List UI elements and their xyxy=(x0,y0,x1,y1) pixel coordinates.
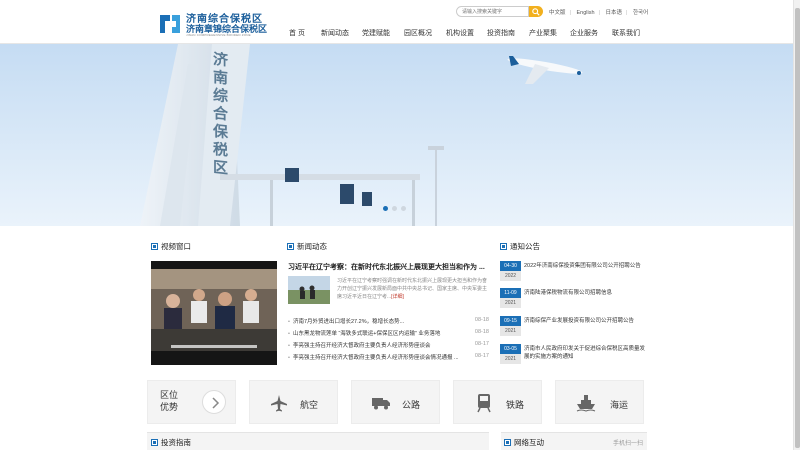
site-header: 济南综合保税区 济南章锦综合保税区 JINAN COMPREHENSIVE BO… xyxy=(0,0,800,44)
search-icon xyxy=(532,8,540,16)
news-thumbnail[interactable] xyxy=(288,276,330,304)
banner-dot-1[interactable] xyxy=(383,206,388,211)
news-item[interactable]: 济南7月外贸进出口增长27.2%，稳增长态势...08-18 xyxy=(288,317,489,329)
notice-item[interactable]: 09-15 2021 济南综保产业发展投资有限公司公开招聘公告 xyxy=(500,316,646,340)
site-logo[interactable]: 济南综合保税区 济南章锦综合保税区 JINAN COMPREHENSIVE BO… xyxy=(158,8,268,38)
notice-date: 11-09 2021 xyxy=(500,288,521,308)
ship-icon xyxy=(576,395,596,412)
service-air-button[interactable]: 航空 xyxy=(249,380,338,424)
search-button[interactable] xyxy=(529,6,543,17)
notice-date: 09-15 2021 xyxy=(500,316,521,336)
airplane-icon xyxy=(271,395,287,412)
news-item[interactable]: 李亮强主持召开经济大督政府主要负责人经济形势座谈会情况通报 ...08-17 xyxy=(288,353,489,365)
banner-pagination xyxy=(383,206,410,213)
location-advantage-button[interactable]: 区位 优势 xyxy=(147,380,236,424)
logo-english: JINAN COMPREHENSIVE BONDED ZONE xyxy=(186,33,251,37)
page-scrollbar[interactable] xyxy=(793,0,800,450)
notice-item[interactable]: 03-05 2021 济南市人民政府印发关于促进综合保税区高质量发展的实施方案的通… xyxy=(500,344,646,368)
news-list: 济南7月外贸进出口增长27.2%，稳增长态势...08-18 山东黑龙物流莲单 … xyxy=(288,317,489,365)
notice-date: 03-05 2021 xyxy=(500,344,521,364)
lang-chinese[interactable]: 中文版 xyxy=(549,10,566,16)
train-icon xyxy=(477,394,491,413)
nav-investment[interactable]: 投资指南 xyxy=(487,28,515,38)
notice-item[interactable]: 11-09 2021 济南陆港保税物流有限公司招聘信息 xyxy=(500,288,646,312)
hero-banner[interactable]: 济南综合保税区 xyxy=(0,44,800,226)
lang-japanese[interactable]: 日本语 xyxy=(606,10,623,16)
square-bullet-icon xyxy=(287,243,294,250)
mobile-scan-label: 手机扫一扫 xyxy=(612,441,643,447)
invest-guide-panel: 投资指南 xyxy=(147,432,489,450)
notice-panel-title: 通知公告 xyxy=(500,241,540,252)
logo-mark-icon xyxy=(160,15,180,33)
nav-contact[interactable]: 联系我们 xyxy=(612,28,640,38)
chevron-right-icon xyxy=(202,390,226,414)
nav-news[interactable]: 新闻动态 xyxy=(321,28,349,38)
news-headline[interactable]: 习近平在辽宁考察：在新时代东北振兴上展现更大担当和作为 ... xyxy=(288,262,488,272)
video-player[interactable] xyxy=(151,261,277,365)
news-summary: 习近平在辽宁考察时强调在新时代东北振兴上展现更大担当和作为奋力开创辽宁振兴发展新… xyxy=(337,278,488,300)
notice-date: 04-30 2022 xyxy=(500,261,521,281)
lang-english[interactable]: English xyxy=(576,10,594,16)
main-nav: 首 页 新闻动态 党建赋能 园区概况 机构设置 投资指南 产业聚集 企业服务 联… xyxy=(289,28,649,38)
banner-dot-3[interactable] xyxy=(401,206,406,211)
video-frame xyxy=(151,261,277,365)
search-input[interactable] xyxy=(456,6,529,17)
square-bullet-icon xyxy=(504,439,511,446)
nav-overview[interactable]: 园区概况 xyxy=(404,28,432,38)
language-switcher: 中文版 | English | 日本语 | 한국어 xyxy=(549,10,649,16)
news-item[interactable]: 李亮强主持召开经济大督政府主要负责人经济形势座谈会08-17 xyxy=(288,341,489,353)
lang-korean[interactable]: 한국어 xyxy=(633,10,648,16)
scrollbar-thumb[interactable] xyxy=(795,8,800,448)
online-interaction-panel: 网络互动 手机扫一扫 xyxy=(501,432,647,450)
invest-guide-title: 投资指南 xyxy=(151,437,191,448)
news-more-link[interactable]: [详细] xyxy=(391,294,404,300)
news-photo xyxy=(288,276,330,304)
news-item[interactable]: 山东黑龙物流莲单 “海铁多式联运+保保区区内运输” 业务落地08-18 xyxy=(288,329,489,341)
square-bullet-icon xyxy=(500,243,507,250)
online-interaction-title: 网络互动 xyxy=(504,437,544,448)
service-rail-button[interactable]: 铁路 xyxy=(453,380,542,424)
nav-party[interactable]: 党建赋能 xyxy=(362,28,390,38)
truck-icon xyxy=(372,398,390,410)
banner-sign-text: 济南综合保税区 xyxy=(213,50,229,178)
service-road-button[interactable]: 公路 xyxy=(351,380,440,424)
nav-organization[interactable]: 机构设置 xyxy=(446,28,474,38)
nav-home[interactable]: 首 页 xyxy=(289,28,305,38)
banner-dot-2[interactable] xyxy=(392,206,397,211)
service-sea-button[interactable]: 海运 xyxy=(555,380,644,424)
banner-illustration xyxy=(0,44,800,226)
square-bullet-icon xyxy=(151,243,158,250)
square-bullet-icon xyxy=(151,439,158,446)
location-advantage-label: 区位 优势 xyxy=(160,390,179,412)
news-panel-title: 新闻动态 xyxy=(287,241,327,252)
nav-industry[interactable]: 产业聚集 xyxy=(529,28,557,38)
nav-enterprise[interactable]: 企业服务 xyxy=(570,28,598,38)
video-panel-title: 视频窗口 xyxy=(151,241,191,252)
notice-item[interactable]: 04-30 2022 2022年济南综保投资集团有限公司公开招聘公告 xyxy=(500,261,646,285)
